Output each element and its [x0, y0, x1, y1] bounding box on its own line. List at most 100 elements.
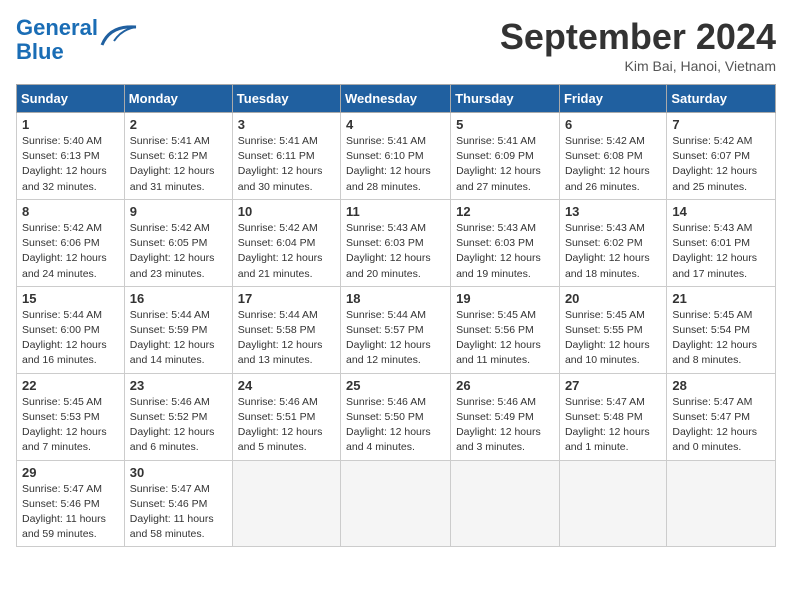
weekday-header-monday: Monday: [124, 85, 232, 113]
weekday-header-friday: Friday: [559, 85, 666, 113]
calendar-cell: 30Sunrise: 5:47 AM Sunset: 5:46 PM Dayli…: [124, 460, 232, 547]
calendar-cell: 12 Sunrise: 5:43 AM Sunset: 6:03 PM Dayli…: [451, 199, 560, 286]
calendar-cell: 6 Sunrise: 5:42 AM Sunset: 6:08 PM Daylig…: [559, 113, 666, 200]
calendar-cell: [667, 460, 776, 547]
day-detail: Sunrise: 5:40 AM Sunset: 6:13 PM Dayligh…: [22, 134, 119, 195]
calendar-cell: 13 Sunrise: 5:43 AM Sunset: 6:02 PM Dayli…: [559, 199, 666, 286]
calendar-week-5: 29 Sunrise: 5:47 AM Sunset: 5:46 PM Dayli…: [17, 460, 776, 547]
day-number: 1: [22, 117, 119, 132]
calendar-cell: 11 Sunrise: 5:43 AM Sunset: 6:03 PM Dayli…: [341, 199, 451, 286]
calendar-cell: 7 Sunrise: 5:42 AM Sunset: 6:07 PM Daylig…: [667, 113, 776, 200]
calendar-cell: 14 Sunrise: 5:43 AM Sunset: 6:01 PM Dayli…: [667, 199, 776, 286]
weekday-header-row: SundayMondayTuesdayWednesdayThursdayFrid…: [17, 85, 776, 113]
day-detail: Sunrise: 5:42 AM Sunset: 6:06 PM Dayligh…: [22, 221, 119, 282]
day-number: 15: [22, 291, 119, 306]
calendar-cell: 19Sunrise: 5:45 AM Sunset: 5:56 PM Dayli…: [451, 286, 560, 373]
day-number: 29: [22, 465, 119, 480]
calendar-cell: 26Sunrise: 5:46 AM Sunset: 5:49 PM Dayli…: [451, 373, 560, 460]
calendar-cell: 9 Sunrise: 5:42 AM Sunset: 6:05 PM Daylig…: [124, 199, 232, 286]
day-number: 8: [22, 204, 119, 219]
day-number: 4: [346, 117, 445, 132]
day-number: 6: [565, 117, 661, 132]
calendar-cell: 5Sunrise: 5:41 AM Sunset: 6:09 PM Daylig…: [451, 113, 560, 200]
calendar-cell: 29 Sunrise: 5:47 AM Sunset: 5:46 PM Dayli…: [17, 460, 125, 547]
day-detail: Sunrise: 5:43 AM Sunset: 6:03 PM Dayligh…: [456, 221, 554, 282]
day-number: 25: [346, 378, 445, 393]
day-detail: Sunrise: 5:42 AM Sunset: 6:05 PM Dayligh…: [130, 221, 227, 282]
day-number: 27: [565, 378, 661, 393]
day-detail: Sunrise: 5:43 AM Sunset: 6:03 PM Dayligh…: [346, 221, 445, 282]
month-title: September 2024: [500, 16, 776, 58]
weekday-header-saturday: Saturday: [667, 85, 776, 113]
calendar-cell: 21Sunrise: 5:45 AM Sunset: 5:54 PM Dayli…: [667, 286, 776, 373]
day-detail: Sunrise: 5:46 AM Sunset: 5:52 PM Dayligh…: [130, 395, 227, 456]
calendar-cell: [451, 460, 560, 547]
day-detail: Sunrise: 5:42 AM Sunset: 6:04 PM Dayligh…: [238, 221, 335, 282]
calendar-cell: 8 Sunrise: 5:42 AM Sunset: 6:06 PM Daylig…: [17, 199, 125, 286]
page-header: GeneralBlue September 2024 Kim Bai, Hano…: [16, 16, 776, 74]
day-detail: Sunrise: 5:41 AM Sunset: 6:12 PM Dayligh…: [130, 134, 227, 195]
calendar-week-3: 15 Sunrise: 5:44 AM Sunset: 6:00 PM Dayli…: [17, 286, 776, 373]
day-detail: Sunrise: 5:45 AM Sunset: 5:55 PM Dayligh…: [565, 308, 661, 369]
day-detail: Sunrise: 5:45 AM Sunset: 5:53 PM Dayligh…: [22, 395, 119, 456]
day-number: 20: [565, 291, 661, 306]
day-number: 9: [130, 204, 227, 219]
day-number: 26: [456, 378, 554, 393]
title-block: September 2024 Kim Bai, Hanoi, Vietnam: [500, 16, 776, 74]
calendar-cell: 24 Sunrise: 5:46 AM Sunset: 5:51 PM Dayli…: [232, 373, 340, 460]
calendar-cell: 15 Sunrise: 5:44 AM Sunset: 6:00 PM Dayli…: [17, 286, 125, 373]
day-detail: Sunrise: 5:46 AM Sunset: 5:51 PM Dayligh…: [238, 395, 335, 456]
location: Kim Bai, Hanoi, Vietnam: [500, 58, 776, 74]
day-detail: Sunrise: 5:46 AM Sunset: 5:50 PM Dayligh…: [346, 395, 445, 456]
calendar-cell: 4 Sunrise: 5:41 AM Sunset: 6:10 PM Daylig…: [341, 113, 451, 200]
day-number: 18: [346, 291, 445, 306]
day-detail: Sunrise: 5:44 AM Sunset: 5:57 PM Dayligh…: [346, 308, 445, 369]
day-number: 17: [238, 291, 335, 306]
day-number: 13: [565, 204, 661, 219]
day-detail: Sunrise: 5:44 AM Sunset: 5:59 PM Dayligh…: [130, 308, 227, 369]
calendar-cell: 16Sunrise: 5:44 AM Sunset: 5:59 PM Dayli…: [124, 286, 232, 373]
calendar-cell: 20 Sunrise: 5:45 AM Sunset: 5:55 PM Dayli…: [559, 286, 666, 373]
day-number: 22: [22, 378, 119, 393]
logo-wing-icon: [100, 21, 138, 49]
day-detail: Sunrise: 5:41 AM Sunset: 6:11 PM Dayligh…: [238, 134, 335, 195]
day-number: 28: [672, 378, 770, 393]
calendar-week-2: 8 Sunrise: 5:42 AM Sunset: 6:06 PM Daylig…: [17, 199, 776, 286]
day-detail: Sunrise: 5:43 AM Sunset: 6:01 PM Dayligh…: [672, 221, 770, 282]
day-number: 12: [456, 204, 554, 219]
day-number: 10: [238, 204, 335, 219]
calendar-cell: 2 Sunrise: 5:41 AM Sunset: 6:12 PM Daylig…: [124, 113, 232, 200]
calendar-cell: 1 Sunrise: 5:40 AM Sunset: 6:13 PM Daylig…: [17, 113, 125, 200]
day-detail: Sunrise: 5:44 AM Sunset: 5:58 PM Dayligh…: [238, 308, 335, 369]
calendar-cell: [341, 460, 451, 547]
weekday-header-thursday: Thursday: [451, 85, 560, 113]
day-detail: Sunrise: 5:47 AM Sunset: 5:46 PM Dayligh…: [130, 482, 227, 543]
calendar-cell: 3Sunrise: 5:41 AM Sunset: 6:11 PM Daylig…: [232, 113, 340, 200]
day-number: 23: [130, 378, 227, 393]
weekday-header-sunday: Sunday: [17, 85, 125, 113]
day-detail: Sunrise: 5:47 AM Sunset: 5:47 PM Dayligh…: [672, 395, 770, 456]
weekday-header-tuesday: Tuesday: [232, 85, 340, 113]
day-detail: Sunrise: 5:42 AM Sunset: 6:07 PM Dayligh…: [672, 134, 770, 195]
day-detail: Sunrise: 5:41 AM Sunset: 6:10 PM Dayligh…: [346, 134, 445, 195]
calendar-cell: 27Sunrise: 5:47 AM Sunset: 5:48 PM Dayli…: [559, 373, 666, 460]
calendar-week-4: 22 Sunrise: 5:45 AM Sunset: 5:53 PM Dayli…: [17, 373, 776, 460]
day-number: 7: [672, 117, 770, 132]
day-number: 24: [238, 378, 335, 393]
day-number: 14: [672, 204, 770, 219]
day-number: 11: [346, 204, 445, 219]
day-detail: Sunrise: 5:44 AM Sunset: 6:00 PM Dayligh…: [22, 308, 119, 369]
calendar-cell: 17 Sunrise: 5:44 AM Sunset: 5:58 PM Dayli…: [232, 286, 340, 373]
calendar-cell: [232, 460, 340, 547]
day-number: 19: [456, 291, 554, 306]
calendar-cell: 25 Sunrise: 5:46 AM Sunset: 5:50 PM Dayli…: [341, 373, 451, 460]
day-number: 2: [130, 117, 227, 132]
calendar-table: SundayMondayTuesdayWednesdayThursdayFrid…: [16, 84, 776, 547]
day-detail: Sunrise: 5:42 AM Sunset: 6:08 PM Dayligh…: [565, 134, 661, 195]
day-detail: Sunrise: 5:41 AM Sunset: 6:09 PM Dayligh…: [456, 134, 554, 195]
logo-text: GeneralBlue: [16, 16, 98, 64]
calendar-body: 1 Sunrise: 5:40 AM Sunset: 6:13 PM Daylig…: [17, 113, 776, 547]
day-detail: Sunrise: 5:47 AM Sunset: 5:46 PM Dayligh…: [22, 482, 119, 543]
day-detail: Sunrise: 5:43 AM Sunset: 6:02 PM Dayligh…: [565, 221, 661, 282]
calendar-cell: [559, 460, 666, 547]
